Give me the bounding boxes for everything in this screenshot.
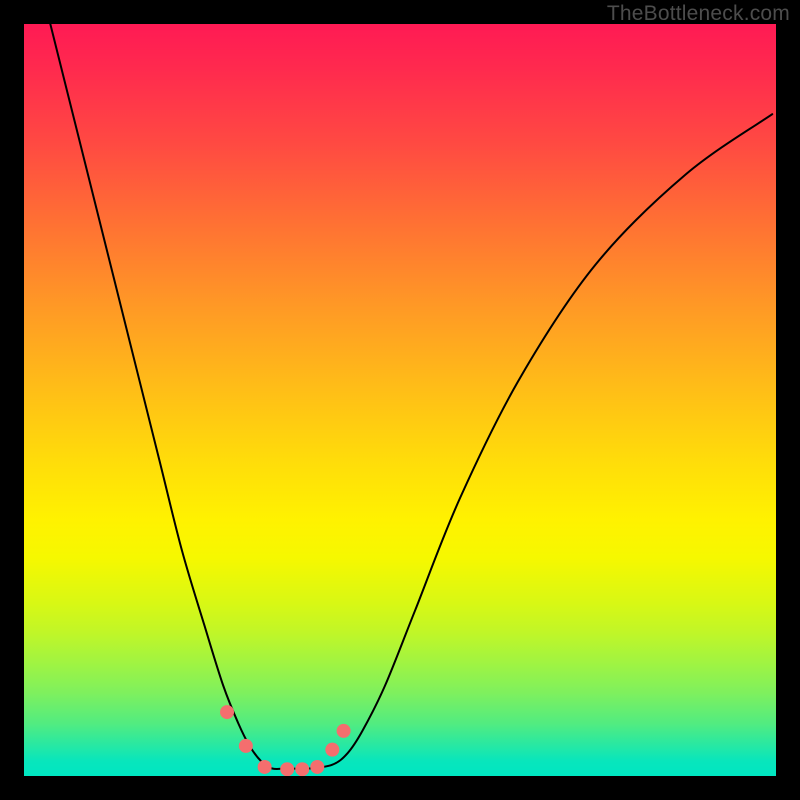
chart-frame: TheBottleneck.com [0,0,800,800]
highlight-point [337,724,351,738]
highlight-point [325,743,339,757]
highlight-point [295,762,309,776]
highlight-point [258,760,272,774]
plot-area [24,24,776,776]
highlight-point [239,739,253,753]
highlight-point [280,762,294,776]
watermark-text: TheBottleneck.com [607,2,790,26]
chart-svg [24,24,776,776]
highlight-point [310,760,324,774]
bottleneck-curve [50,24,772,769]
highlight-point [220,705,234,719]
